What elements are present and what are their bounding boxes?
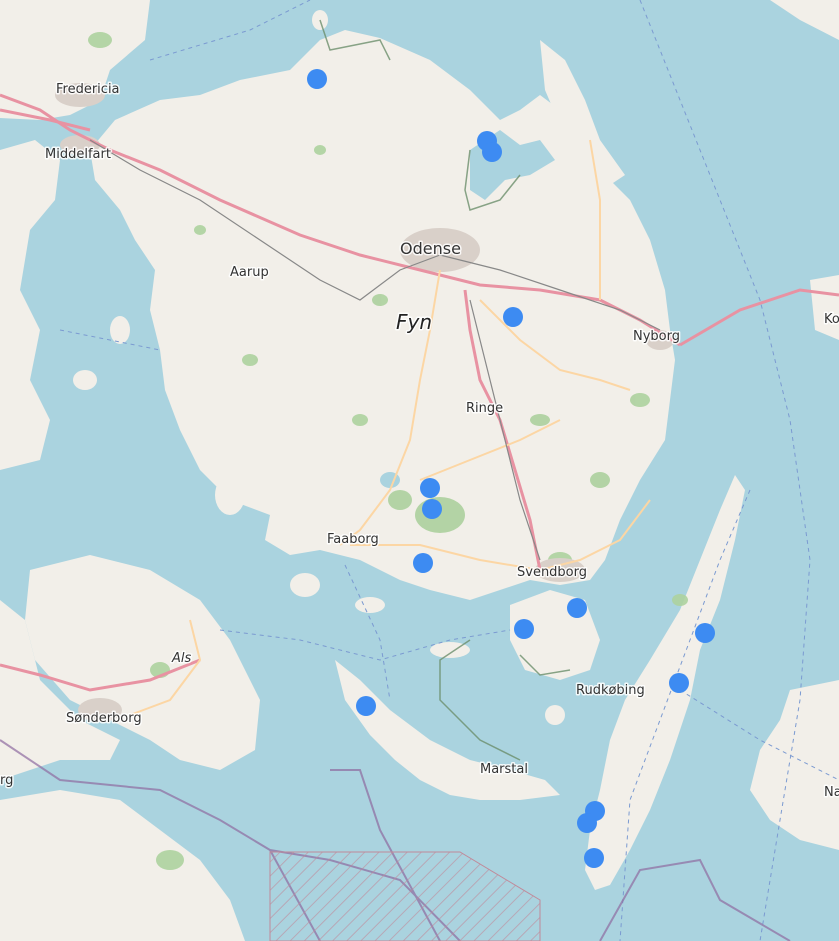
- island-small: [355, 597, 385, 613]
- map-marker[interactable]: [503, 307, 523, 327]
- place-svendborg: Svendborg: [517, 565, 587, 580]
- region-fyn: Fyn: [396, 310, 432, 334]
- island-small: [545, 705, 565, 725]
- place-als: Als: [171, 651, 192, 666]
- place-marstal: Marstal: [480, 762, 528, 777]
- place-rg-partial: rg: [0, 773, 13, 788]
- place-middelfart: Middelfart: [45, 147, 111, 162]
- place-odense: Odense: [400, 239, 461, 258]
- place-ko-partial: Ko: [824, 312, 839, 327]
- map-marker[interactable]: [413, 553, 433, 573]
- island-small: [73, 370, 97, 390]
- place-aarup: Aarup: [230, 265, 269, 280]
- island-small: [110, 316, 130, 344]
- map-marker[interactable]: [567, 598, 587, 618]
- place-ringe: Ringe: [466, 401, 503, 416]
- place-faaborg: Faaborg: [327, 532, 379, 547]
- place-nyborg: Nyborg: [633, 329, 680, 344]
- map-marker[interactable]: [577, 813, 597, 833]
- island-small: [290, 573, 320, 597]
- map-marker[interactable]: [695, 623, 715, 643]
- island-small: [215, 475, 245, 515]
- map-canvas[interactable]: Fredericia Middelfart Odense Aarup Fyn N…: [0, 0, 839, 941]
- map-marker[interactable]: [420, 478, 440, 498]
- place-fredericia: Fredericia: [56, 82, 120, 97]
- map-marker[interactable]: [482, 142, 502, 162]
- map-marker[interactable]: [422, 499, 442, 519]
- map-marker[interactable]: [356, 696, 376, 716]
- map-marker[interactable]: [669, 673, 689, 693]
- map-marker[interactable]: [307, 69, 327, 89]
- map-marker[interactable]: [514, 619, 534, 639]
- place-rudkobing: Rudkøbing: [576, 683, 645, 698]
- map-marker[interactable]: [584, 848, 604, 868]
- place-sonderborg: Sønderborg: [66, 711, 142, 726]
- place-na-partial: Na: [824, 785, 839, 800]
